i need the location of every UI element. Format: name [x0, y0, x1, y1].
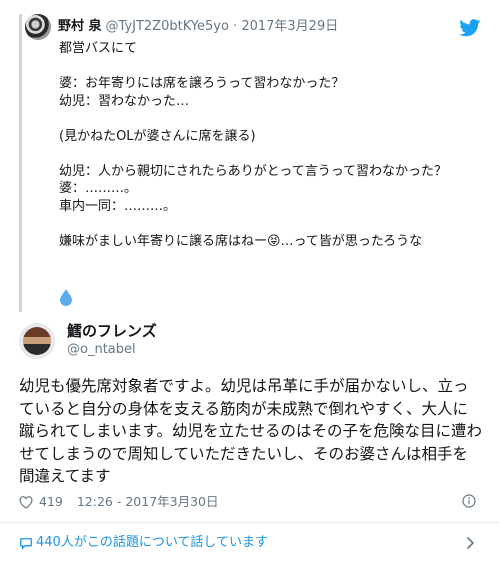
like-count[interactable]: 419 — [39, 494, 63, 510]
tweet-timestamp[interactable]: 12:26 - 2017年3月30日 — [77, 494, 219, 510]
quoted-separator: · — [228, 19, 242, 34]
heart-icon[interactable] — [19, 495, 33, 509]
conversation-count-label[interactable]: 440人がこの話題について話しています — [36, 535, 268, 551]
speech-bubble-icon — [20, 538, 32, 550]
quoted-tweet-header: 野村 泉 @TyJT2Z0btKYe5yo · 2017年3月29日 — [58, 19, 338, 35]
chevron-right-icon[interactable] — [466, 536, 475, 550]
quote-indicator-bar — [19, 14, 22, 312]
quoted-user-handle[interactable]: @TyJT2Z0btKYe5yo — [106, 19, 229, 34]
tweet-text: 幼児も優先席対象者ですよ。幼児は吊革に手が届かないし、立っていると自分の身体を支… — [19, 377, 482, 485]
author-name[interactable]: 鱈のフレンズ — [67, 322, 157, 340]
author-handle[interactable]: @o_ntabel — [67, 342, 136, 358]
info-icon[interactable] — [462, 494, 476, 508]
droplet-emoji-icon — [60, 289, 72, 306]
twitter-bird-icon[interactable] — [459, 19, 481, 37]
conversation-link[interactable]: 440人がこの話題について話しています — [0, 523, 499, 562]
quoted-tweet-text: 都営バスにて 婆：お年寄りには席を譲ろうって習わなかった？ 幼児：習わなかった…… — [59, 41, 448, 249]
quoted-user-avatar[interactable] — [25, 14, 51, 40]
embedded-tweet-card: 野村 泉 @TyJT2Z0btKYe5yo · 2017年3月29日 都営バスにて… — [0, 0, 499, 562]
tweet-meta: 419 12:26 - 2017年3月30日 — [19, 494, 219, 510]
quoted-user-name[interactable]: 野村 泉 — [58, 19, 102, 34]
author-avatar[interactable] — [19, 323, 55, 359]
quoted-tweet-date[interactable]: 2017年3月29日 — [241, 19, 338, 34]
